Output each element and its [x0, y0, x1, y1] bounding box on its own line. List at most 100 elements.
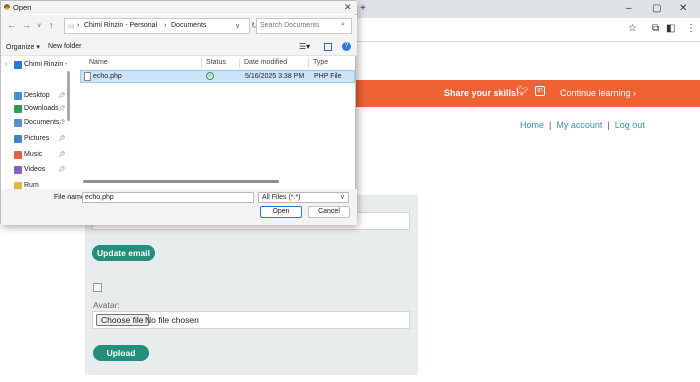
bookmark-star-icon[interactable]: ☆	[628, 23, 637, 34]
column-header-name[interactable]: Name	[89, 59, 108, 66]
chevron-down-icon[interactable]: ∨	[37, 22, 41, 29]
no-file-text: No file chosen	[145, 315, 199, 325]
nav-item-label: Pictures	[24, 135, 50, 142]
chrome-logo-icon	[3, 3, 11, 11]
command-bar: Organize ▾ New folder ☰▾ ?	[1, 37, 357, 56]
pin-icon: 📌︎	[58, 93, 66, 99]
menu-icon[interactable]: ⋮	[686, 23, 696, 34]
view-menu-icon[interactable]: ☰▾	[299, 42, 310, 51]
file-type: PHP File	[314, 73, 342, 80]
my-account-link[interactable]: My account	[556, 120, 602, 130]
nav-item-label: Chimi Rinzin - Pe	[24, 61, 67, 68]
nav-item-label: Downloads	[24, 105, 59, 112]
horizontal-scrollbar[interactable]	[83, 180, 279, 183]
breadcrumb-root[interactable]: Chimi Rinzin - Personal	[84, 22, 157, 29]
pin-icon: 📌︎	[58, 167, 66, 173]
documents-icon	[14, 119, 22, 127]
open-button[interactable]: Open	[260, 206, 302, 218]
search-icon: ⌕	[341, 21, 345, 28]
banner-text: Share your skills!	[444, 88, 520, 98]
linkedin-icon[interactable]: in	[535, 86, 545, 96]
pictures-icon	[14, 135, 22, 143]
column-header-status[interactable]: Status	[206, 59, 226, 66]
home-link[interactable]: Home	[520, 120, 544, 130]
file-type-value: All Files (*.*)	[262, 194, 301, 201]
file-list: Name Status Date modified Type echo.php …	[71, 56, 357, 189]
nav-item[interactable]: › Chimi Rinzin - Pe	[1, 58, 67, 72]
dialog-nav-row: ← → ∨ ↑ ▭ › Chimi Rinzin - Personal › Do…	[1, 15, 357, 37]
nav-item-label: Documents	[24, 119, 60, 126]
sync-ok-icon: ✓	[206, 72, 214, 80]
choose-file-button[interactable]: Choose file	[96, 314, 149, 326]
organize-button[interactable]: Organize ▾	[6, 43, 40, 51]
search-input[interactable]: Search Documents ⌕	[256, 18, 352, 34]
pin-icon: 📌︎	[58, 106, 66, 112]
file-name: echo.php	[93, 73, 122, 80]
account-nav: Home | My account | Log out	[520, 120, 645, 130]
close-icon[interactable]: ✕	[344, 2, 352, 13]
downloads-icon	[14, 105, 22, 113]
column-divider	[239, 58, 240, 68]
profile-icon[interactable]: ◧	[666, 23, 675, 34]
nav-pane-scrollbar[interactable]	[67, 71, 70, 121]
file-name-input[interactable]: echo.php	[82, 192, 254, 203]
videos-icon	[14, 166, 22, 174]
breadcrumb-separator-icon: ›	[77, 22, 80, 29]
music-icon	[14, 151, 22, 159]
nav-item[interactable]: Rum	[1, 179, 67, 189]
avatar-file-input[interactable]: Choose file No file chosen	[92, 311, 410, 329]
nav-item[interactable]: Downloads 📌︎	[1, 102, 67, 116]
close-window-icon[interactable]: ✕	[679, 3, 687, 14]
nav-item-label: Rum	[24, 182, 39, 189]
desktop-icon	[14, 92, 22, 100]
pin-icon: 📌︎	[58, 120, 66, 126]
extensions-icon[interactable]: ⧉	[652, 23, 659, 34]
folder-icon	[14, 182, 22, 189]
file-type-select[interactable]: All Files (*.*) ∨	[258, 192, 349, 203]
back-arrow-icon[interactable]: ←	[7, 20, 16, 30]
update-email-button[interactable]: Update email	[92, 245, 155, 261]
column-header-type[interactable]: Type	[313, 59, 328, 66]
upload-button[interactable]: Upload	[93, 345, 149, 361]
file-icon	[84, 72, 91, 81]
address-bar[interactable]: ▭ › Chimi Rinzin - Personal › Documents …	[64, 18, 250, 34]
chevron-right-icon[interactable]: ›	[5, 61, 7, 68]
up-arrow-icon[interactable]: ↑	[49, 20, 54, 30]
minimize-icon[interactable]: –	[626, 3, 632, 14]
pin-icon: 📌︎	[58, 152, 66, 158]
dialog-title: Open	[13, 3, 32, 12]
nav-separator: |	[549, 120, 552, 130]
chevron-down-icon: ∨	[339, 194, 345, 201]
dialog-title-bar: Open ✕	[1, 1, 357, 14]
new-folder-button[interactable]: New folder	[48, 43, 81, 50]
nav-item-label: Desktop	[24, 92, 50, 99]
avatar-image	[93, 283, 102, 292]
breadcrumb-folder[interactable]: Documents	[171, 22, 206, 29]
column-header-date[interactable]: Date modified	[244, 59, 287, 66]
forward-arrow-icon[interactable]: →	[22, 20, 31, 30]
continue-learning-link[interactable]: Continue learning ›	[560, 88, 636, 98]
maximize-icon[interactable]: ▢	[652, 3, 661, 14]
preview-pane-icon[interactable]	[324, 43, 332, 51]
cancel-button[interactable]: Cancel	[308, 206, 350, 218]
search-placeholder: Search Documents	[260, 22, 320, 29]
folder-icon: ▭	[68, 23, 75, 30]
pin-icon: 📌︎	[58, 136, 66, 142]
nav-item[interactable]: Music 📌︎	[1, 148, 67, 162]
cloud-icon	[14, 61, 22, 69]
help-icon[interactable]: ?	[342, 42, 351, 51]
new-tab-icon[interactable]: +	[360, 3, 366, 14]
open-file-dialog: Open ✕ ← → ∨ ↑ ▭ › Chimi Rinzin - Person…	[0, 0, 357, 225]
navigation-pane: ›Chimi Rinzin - PeDesktop📌︎Downloads📌︎Do…	[1, 56, 67, 189]
nav-item[interactable]: Videos 📌︎	[1, 163, 67, 177]
avatar-label: Avatar:	[93, 300, 120, 310]
nav-item[interactable]: Documents 📌︎	[1, 116, 67, 130]
file-row[interactable]: echo.php ✓ 5/16/2025 3:38 PM PHP File	[80, 70, 355, 83]
log-out-link[interactable]: Log out	[615, 120, 645, 130]
dialog-footer: File name: echo.php All Files (*.*) ∨ Op…	[1, 189, 357, 225]
nav-item[interactable]: Desktop 📌︎	[1, 89, 67, 103]
chevron-down-icon[interactable]: ∨	[235, 22, 240, 30]
nav-item-label: Videos	[24, 166, 46, 173]
twitter-icon[interactable]: 🐦︎	[516, 86, 529, 97]
nav-item[interactable]: Pictures 📌︎	[1, 132, 67, 146]
